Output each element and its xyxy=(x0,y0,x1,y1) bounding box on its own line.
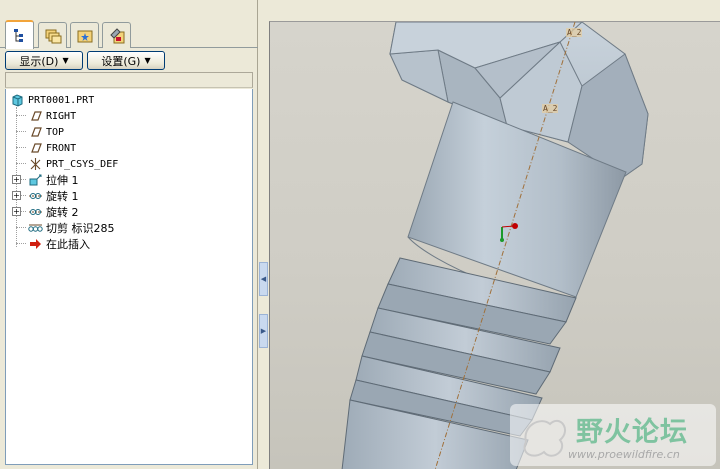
tab-connections[interactable] xyxy=(102,22,131,48)
datum-plane-icon xyxy=(31,111,42,121)
folder-browser-icon xyxy=(45,29,61,43)
navigator-tabbar xyxy=(0,18,258,49)
tree-item-csys[interactable]: PRT_CSYS_DEF xyxy=(28,156,118,172)
tab-model-tree[interactable] xyxy=(5,20,34,49)
axis-label: A_2 xyxy=(566,28,583,37)
tree-item-cut[interactable]: 切剪 标识285 xyxy=(28,220,115,236)
model-navigator: 显示(D) ▼ 设置(G) ▼ PRT0001.PRT RIGHT TOP FR… xyxy=(0,0,258,469)
axis-label: A_2 xyxy=(542,104,559,113)
cut-sweep-icon xyxy=(28,224,43,232)
datum-plane-icon xyxy=(31,143,42,153)
extrude-icon xyxy=(29,174,42,186)
expand-toggle-icon[interactable]: + xyxy=(12,175,21,184)
tree-item-label: PRT_CSYS_DEF xyxy=(46,158,119,170)
favorites-icon xyxy=(77,30,92,42)
tree-item-top[interactable]: TOP xyxy=(28,124,64,140)
watermark-url: www.proewildfire.cn xyxy=(568,448,680,461)
tree-item-insert-here[interactable]: 在此插入 xyxy=(28,236,90,252)
graphics-window[interactable]: A_2 A_2 野火论坛 www.proewildfire.cn xyxy=(269,21,720,469)
tree-item-extrude-1[interactable]: 拉伸 1 xyxy=(28,172,79,188)
tree-item-label: 旋转 2 xyxy=(46,206,79,219)
show-dropdown-button[interactable]: 显示(D) ▼ xyxy=(5,51,83,70)
expand-toggle-icon[interactable]: + xyxy=(12,191,21,200)
tree-item-revolve-1[interactable]: 旋转 1 xyxy=(28,188,79,204)
connections-icon xyxy=(109,27,124,43)
watermark: 野火论坛 www.proewildfire.cn xyxy=(510,404,716,466)
tree-item-revolve-2[interactable]: 旋转 2 xyxy=(28,204,79,220)
tab-favorites[interactable] xyxy=(70,22,99,48)
chevron-down-icon: ▼ xyxy=(62,56,69,65)
revolve-icon xyxy=(29,209,42,215)
model-tree-icon xyxy=(13,28,23,42)
tree-item-part[interactable]: PRT0001.PRT xyxy=(10,92,94,108)
tree-item-right[interactable]: RIGHT xyxy=(28,108,76,124)
tree-item-front[interactable]: FRONT xyxy=(28,140,76,156)
tree-item-label: 旋转 1 xyxy=(46,190,79,203)
tree-item-label: FRONT xyxy=(46,142,77,154)
tree-item-label: 在此插入 xyxy=(46,238,90,251)
panel-splitter[interactable]: ◀ ▶ xyxy=(258,0,269,469)
model-tree[interactable]: PRT0001.PRT RIGHT TOP FRONT PRT_CSYS_DEF… xyxy=(5,89,253,465)
show-button-label: 显示(D) xyxy=(19,54,59,68)
settings-dropdown-button[interactable]: 设置(G) ▼ xyxy=(87,51,165,70)
datum-plane-icon xyxy=(31,127,42,137)
tree-column-header[interactable] xyxy=(5,72,253,88)
tab-folder-browser[interactable] xyxy=(38,22,67,48)
settings-button-label: 设置(G) xyxy=(101,54,141,68)
tree-item-label: PRT0001.PRT xyxy=(28,94,95,106)
watermark-title: 野火论坛 xyxy=(576,417,688,448)
revolve-icon xyxy=(29,193,42,199)
watermark-logo-icon xyxy=(523,419,566,457)
expand-right-icon[interactable]: ▶ xyxy=(259,314,268,348)
bolt-model-render xyxy=(341,22,649,469)
tree-item-label: RIGHT xyxy=(46,110,77,122)
part-icon xyxy=(12,94,23,107)
expand-toggle-icon[interactable]: + xyxy=(12,207,21,216)
collapse-left-icon[interactable]: ◀ xyxy=(259,262,268,296)
coordinate-system-icon xyxy=(30,158,41,170)
tree-item-label: 切剪 标识285 xyxy=(46,222,115,235)
tree-item-label: TOP xyxy=(46,126,65,138)
chevron-down-icon: ▼ xyxy=(144,56,151,65)
insert-here-arrow-icon xyxy=(30,239,41,249)
tree-item-label: 拉伸 1 xyxy=(46,174,79,187)
